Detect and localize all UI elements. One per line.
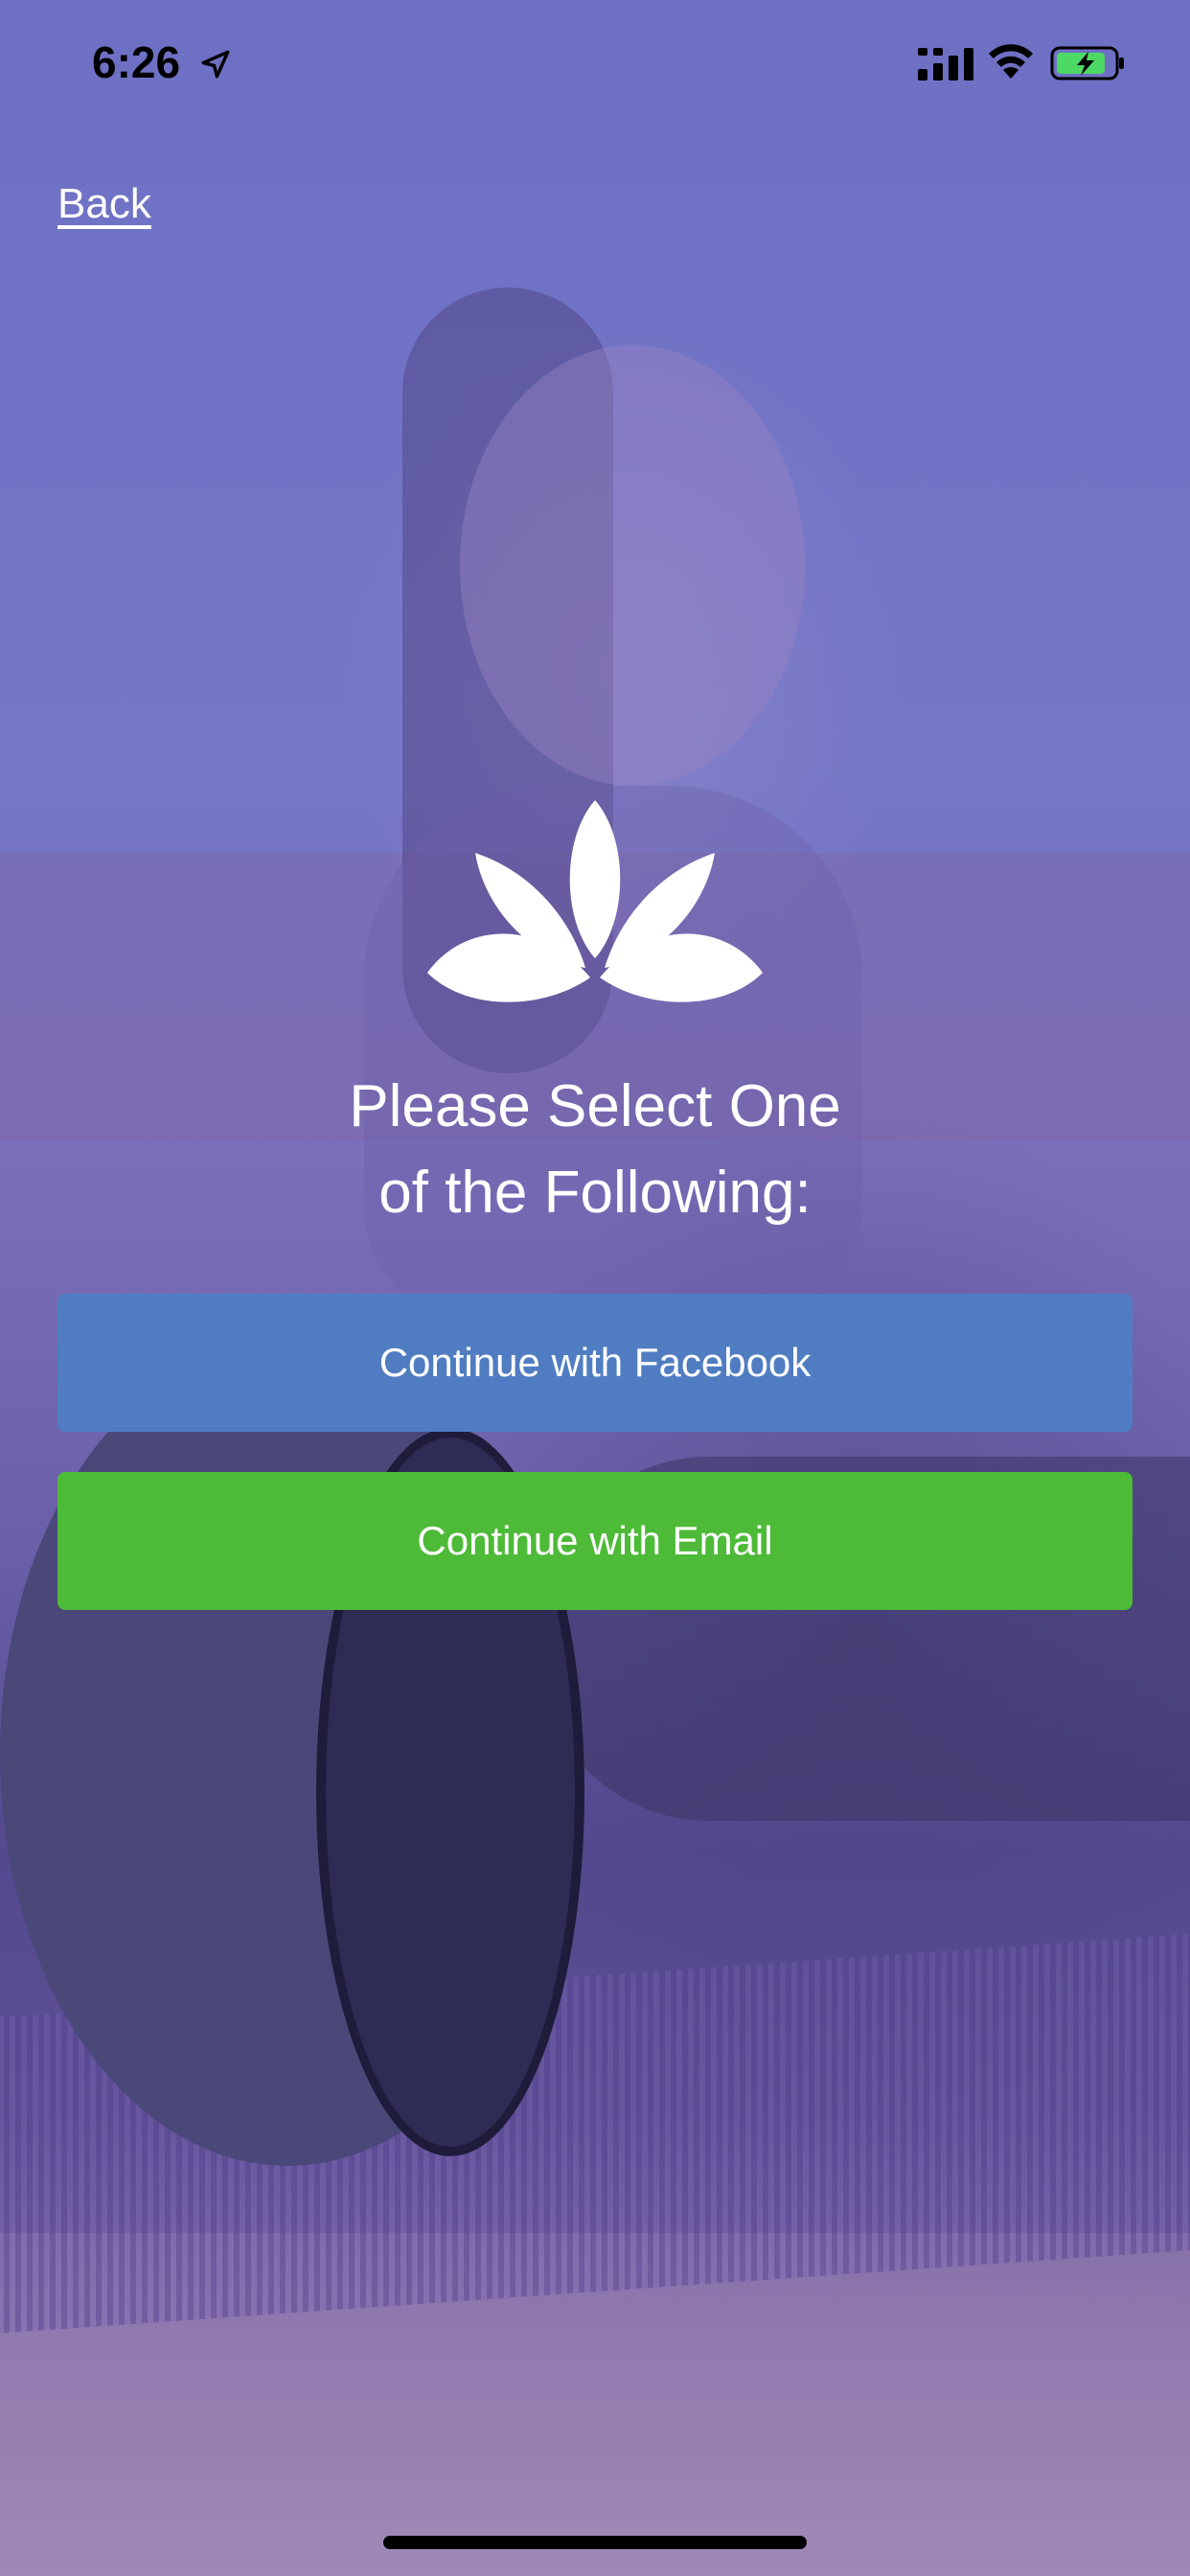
- location-arrow-icon: [201, 50, 230, 79]
- status-time: 6:26: [92, 37, 181, 87]
- background-photo: [0, 0, 1190, 2576]
- wifi-icon: [989, 44, 1033, 79]
- cellular-signal-icon: [918, 48, 973, 80]
- back-link[interactable]: Back: [57, 180, 151, 228]
- title-line-2: of the Following:: [378, 1160, 812, 1226]
- title-line-1: Please Select One: [349, 1073, 841, 1139]
- lotus-logo-icon: [427, 800, 763, 1002]
- battery-charging-icon: [1050, 46, 1124, 80]
- continue-with-facebook-button[interactable]: Continue with Facebook: [57, 1294, 1133, 1432]
- status-bar: 6:26: [0, 0, 1190, 134]
- background-head: [460, 345, 805, 786]
- page-title: Please Select One of the Following:: [0, 1064, 1190, 1236]
- home-indicator: [383, 2536, 807, 2549]
- continue-with-email-button[interactable]: Continue with Email: [57, 1472, 1133, 1610]
